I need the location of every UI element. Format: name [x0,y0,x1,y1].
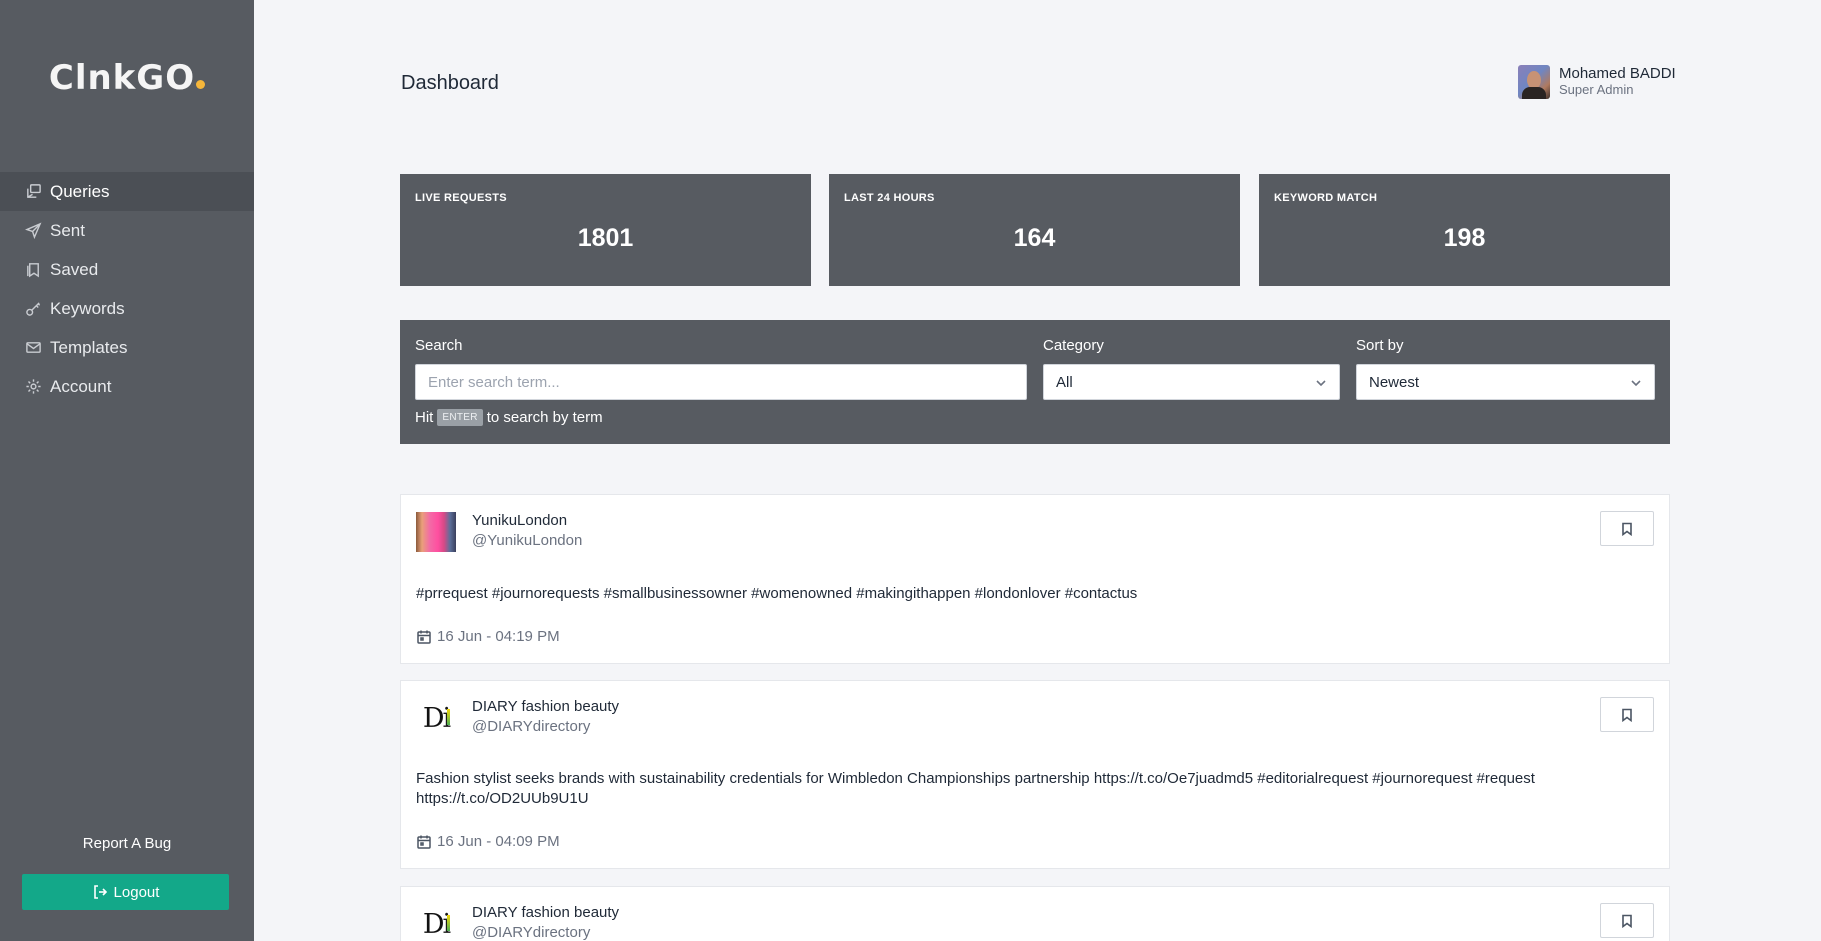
query-card: Di DIARY fashion beauty @DIARYdirectory … [400,680,1670,869]
report-bug-link[interactable]: Report A Bug [0,835,254,852]
sort-label: Sort by [1356,337,1404,354]
bookmark-icon [1622,914,1632,928]
sidebar-item-label: Templates [50,337,128,357]
stat-card-live-requests: LIVE REQUESTS 1801 [400,174,811,286]
user-menu[interactable]: Mohamed BADDI Super Admin [1518,65,1676,99]
logout-label: Logout [113,883,160,901]
user-role: Super Admin [1559,82,1634,97]
author-handle[interactable]: @YunikuLondon [472,532,582,549]
calendar-icon [417,835,431,849]
sidebar-item-account[interactable]: Account [0,367,254,406]
search-label: Search [415,337,463,354]
user-info: Mohamed BADDI Super Admin [1559,65,1676,98]
author-handle[interactable]: @DIARYdirectory [472,718,590,735]
filter-panel: Search Enter search term... Category All… [400,320,1670,444]
logout-icon [93,885,107,899]
search-placeholder: Enter search term... [428,373,560,391]
page-title: Dashboard [401,72,499,94]
query-card: YunikuLondon @YunikuLondon #prrequest #j… [400,494,1670,664]
sidebar-item-queries[interactable]: Queries [0,172,254,211]
sidebar-item-templates[interactable]: Templates [0,328,254,367]
author-name[interactable]: YunikuLondon [472,512,567,529]
stat-card-last-24-hours: LAST 24 HOURS 164 [829,174,1240,286]
category-label: Category [1043,337,1104,354]
send-icon [24,222,42,240]
gear-icon [24,378,42,396]
sidebar-item-label: Sent [50,220,85,240]
sidebar-nav: Queries Sent Saved Keywords Templates Ac… [0,172,254,406]
sidebar-item-label: Saved [50,259,99,279]
author-name[interactable]: DIARY fashion beauty [472,698,619,715]
sidebar-item-sent[interactable]: Sent [0,211,254,250]
hint-suffix: to search by term [486,409,603,426]
calendar-icon [417,630,431,644]
stat-value: 1801 [577,224,634,252]
key-icon [24,300,42,318]
category-select[interactable]: All [1043,364,1340,400]
query-card: Di DIARY fashion beauty @DIARYdirectory [400,886,1670,941]
category-value: All [1056,373,1073,391]
chevron-down-icon [1630,376,1642,388]
sidebar-item-label: Queries [50,181,110,201]
bookmark-icon [1622,708,1632,722]
query-date: 16 Jun - 04:19 PM [416,628,560,645]
avatar: Di [416,904,456,941]
hint-prefix: Hit [415,409,434,426]
date-text: 16 Jun - 04:19 PM [437,628,560,645]
query-text: #prrequest #journorequests #smallbusines… [416,585,1138,602]
sidebar-item-label: Account [50,376,112,396]
avatar [416,512,456,552]
app-logo[interactable]: ClnkGO [0,58,254,98]
sort-value: Newest [1369,373,1420,391]
sidebar-item-saved[interactable]: Saved [0,250,254,289]
enter-key-badge: ENTER [437,409,483,426]
author-handle[interactable]: @DIARYdirectory [472,924,590,941]
stat-value: 164 [1013,224,1056,252]
avatar [1518,65,1550,99]
bookmarks-icon [24,261,42,279]
stat-value: 198 [1443,224,1486,252]
stat-label: LAST 24 HOURS [844,192,935,204]
logout-button[interactable]: Logout [22,874,229,910]
bookmark-button[interactable] [1600,511,1654,546]
user-name: Mohamed BADDI [1559,65,1676,82]
query-date: 16 Jun - 04:09 PM [416,833,560,850]
author-name[interactable]: DIARY fashion beauty [472,904,619,921]
search-input[interactable]: Enter search term... [415,364,1027,400]
queries-icon [24,183,42,201]
date-text: 16 Jun - 04:09 PM [437,833,560,850]
chevron-down-icon [1315,376,1327,388]
avatar: Di [416,698,456,738]
stat-card-keyword-match: KEYWORD MATCH 198 [1259,174,1670,286]
sidebar: ClnkGO Queries Sent Saved Keywords Templ… [0,0,254,941]
query-text: Fashion stylist seeks brands with sustai… [416,770,1535,807]
search-hint: Hit ENTER to search by term [415,409,603,426]
mail-icon [24,339,42,357]
logo-dot [196,80,206,89]
stat-label: KEYWORD MATCH [1274,192,1378,204]
sort-select[interactable]: Newest [1356,364,1655,400]
bookmark-button[interactable] [1600,697,1654,732]
bookmark-button[interactable] [1600,903,1654,938]
bookmark-icon [1622,522,1632,536]
stat-label: LIVE REQUESTS [415,192,507,204]
sidebar-item-label: Keywords [50,298,125,318]
sidebar-item-keywords[interactable]: Keywords [0,289,254,328]
